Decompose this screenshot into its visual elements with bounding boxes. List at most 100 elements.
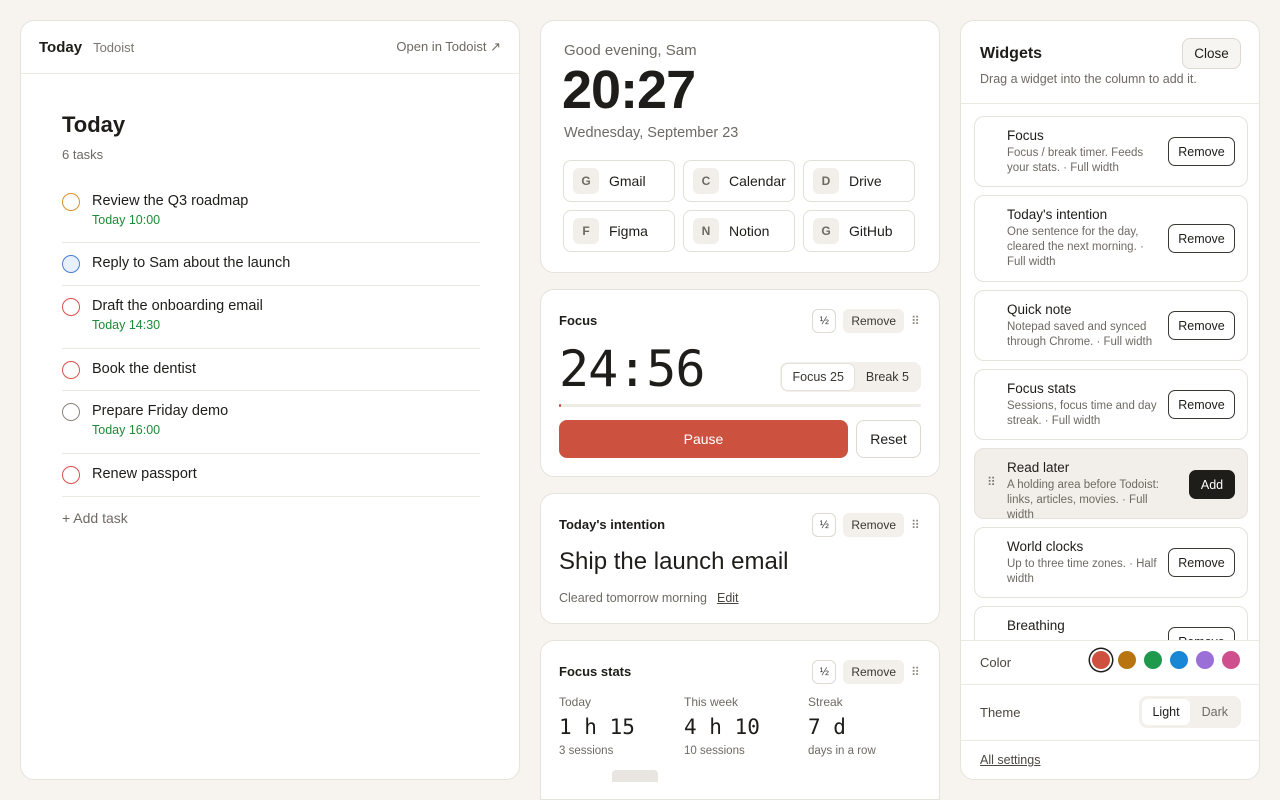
task-checkbox[interactable] — [62, 298, 80, 316]
shortcut-label: GitHub — [849, 223, 893, 239]
task-checkbox[interactable] — [62, 255, 80, 273]
color-swatch-blue[interactable] — [1170, 651, 1188, 669]
task-item[interactable]: Prepare Friday demo Today 16:00 — [62, 391, 480, 454]
widget-remove-button[interactable]: Remove — [1168, 311, 1235, 340]
widget-remove-button[interactable]: Remove — [1168, 224, 1235, 253]
intention-clear-note: Cleared tomorrow morning — [559, 591, 707, 605]
task-name: Book the dentist — [92, 361, 196, 377]
reset-button[interactable]: Reset — [856, 420, 921, 458]
color-swatch-amber[interactable] — [1118, 651, 1136, 669]
shortcut-github[interactable]: G GitHub — [803, 210, 915, 252]
widget-list[interactable]: Focus Focus / break timer. Feeds your st… — [961, 103, 1259, 640]
widget-item[interactable]: Breathing Remove — [974, 606, 1248, 640]
divider — [961, 684, 1259, 685]
color-swatch-pink[interactable] — [1222, 651, 1240, 669]
card-title: Focus stats — [559, 664, 632, 679]
task-name: Draft the onboarding email — [92, 298, 263, 314]
stat-value: 1 h 15 — [559, 715, 635, 739]
card-controls: ½ Remove ⠿ — [812, 513, 921, 537]
task-item[interactable]: Draft the onboarding email Today 14:30 — [62, 286, 480, 349]
widgets-subtitle: Drag a widget into the column to add it. — [980, 72, 1197, 86]
widget-item-available[interactable]: ⠿ Read later A holding area before Todoi… — [974, 448, 1248, 521]
calendar-icon: C — [693, 168, 719, 194]
widget-remove-button[interactable]: Remove — [1168, 627, 1235, 640]
mode-focus[interactable]: Focus 25 — [782, 364, 854, 390]
task-due: Today 14:30 — [92, 318, 161, 332]
greeting: Good evening, Sam — [564, 42, 697, 59]
pause-button[interactable]: Pause — [559, 420, 848, 458]
card-controls: ½ Remove ⠿ — [812, 309, 921, 333]
widget-remove-button[interactable]: Remove — [1168, 548, 1235, 577]
mode-break[interactable]: Break 5 — [856, 364, 919, 390]
shortcut-gmail[interactable]: G Gmail — [563, 160, 675, 202]
theme-light-option[interactable]: Light — [1142, 699, 1190, 725]
github-icon: G — [813, 218, 839, 244]
task-checkbox[interactable] — [62, 361, 80, 379]
task-item[interactable]: Review the Q3 roadmap Today 10:00 — [62, 181, 480, 243]
widget-add-button[interactable]: Add — [1189, 470, 1235, 499]
half-width-button[interactable]: ½ — [812, 309, 837, 333]
stat-value: 7 d — [808, 715, 846, 739]
task-due: Today 16:00 — [92, 423, 161, 437]
widget-item[interactable]: Today's intention One sentence for the d… — [974, 195, 1248, 282]
widget-desc: Focus / break timer. Feeds your stats. ·… — [1007, 147, 1144, 174]
add-task-button[interactable]: + Add task — [62, 510, 128, 526]
task-due: Today 10:00 — [92, 213, 161, 227]
remove-button[interactable]: Remove — [843, 309, 904, 333]
task-item[interactable]: Book the dentist — [62, 349, 480, 391]
stat-today: Today 1 h 15 3 sessions — [559, 695, 635, 757]
shortcut-figma[interactable]: F Figma — [563, 210, 675, 252]
theme-label: Theme — [980, 705, 1021, 720]
task-checkbox[interactable] — [62, 193, 80, 211]
color-swatch-purple[interactable] — [1196, 651, 1214, 669]
focus-timer: 24:56 — [559, 340, 706, 398]
drive-icon: D — [813, 168, 839, 194]
drag-handle-icon[interactable]: ⠿ — [911, 665, 921, 679]
task-checkbox[interactable] — [62, 403, 80, 421]
widget-remove-button[interactable]: Remove — [1168, 137, 1235, 166]
stat-sub: days in a row — [808, 745, 876, 757]
theme-dark-option[interactable]: Dark — [1192, 699, 1238, 725]
gmail-icon: G — [573, 168, 599, 194]
greeting-card: Good evening, Sam 20:27 Wednesday, Septe… — [540, 20, 940, 273]
stat-value: 4 h 10 — [684, 715, 760, 739]
color-swatch-red[interactable] — [1092, 651, 1110, 669]
widget-desc: One sentence for the day, cleared the ne… — [1007, 226, 1144, 268]
open-in-todoist-link[interactable]: Open in Todoist ↗ — [396, 39, 501, 55]
drag-handle-icon[interactable]: ⠿ — [987, 475, 996, 489]
widget-name: Focus — [1007, 128, 1044, 143]
today-panel-header: Today Todoist Open in Todoist ↗ — [21, 21, 519, 74]
panel-source: Todoist — [93, 39, 135, 55]
widget-item[interactable]: World clocks Up to three time zones. · H… — [974, 527, 1248, 598]
remove-button[interactable]: Remove — [843, 513, 904, 537]
intention-text: Ship the launch email — [559, 548, 789, 575]
widget-name: World clocks — [1007, 539, 1084, 554]
color-swatch-green[interactable] — [1144, 651, 1162, 669]
remove-button[interactable]: Remove — [843, 660, 904, 684]
widget-item[interactable]: Quick note Notepad saved and synced thro… — [974, 290, 1248, 361]
intention-note: Cleared tomorrow morning Edit — [559, 591, 739, 605]
widget-name: Today's intention — [1007, 207, 1108, 222]
half-width-button[interactable]: ½ — [812, 513, 837, 537]
stats-chart-bar — [612, 770, 658, 782]
drag-handle-icon[interactable]: ⠿ — [911, 314, 921, 328]
focus-mode-toggle: Focus 25 Break 5 — [780, 362, 921, 392]
widget-item[interactable]: Focus stats Sessions, focus time and day… — [974, 369, 1248, 440]
task-item[interactable]: Renew passport — [62, 454, 480, 497]
drag-handle-icon[interactable]: ⠿ — [911, 518, 921, 532]
focus-card: Focus ½ Remove ⠿ 24:56 Focus 25 Break 5 … — [540, 289, 940, 477]
widget-remove-button[interactable]: Remove — [1168, 390, 1235, 419]
task-checkbox[interactable] — [62, 466, 80, 484]
close-button[interactable]: Close — [1182, 38, 1241, 69]
edit-link[interactable]: Edit — [717, 591, 739, 605]
shortcut-notion[interactable]: N Notion — [683, 210, 795, 252]
divider — [961, 740, 1259, 741]
half-width-button[interactable]: ½ — [812, 660, 837, 684]
shortcut-calendar[interactable]: C Calendar — [683, 160, 795, 202]
widget-item[interactable]: Focus Focus / break timer. Feeds your st… — [974, 116, 1248, 187]
shortcut-drive[interactable]: D Drive — [803, 160, 915, 202]
shortcut-grid: G Gmail C Calendar D Drive F Figma N Not… — [563, 160, 918, 252]
widget-name: Focus stats — [1007, 381, 1077, 396]
all-settings-link[interactable]: All settings — [980, 753, 1040, 767]
task-item[interactable]: Reply to Sam about the launch — [62, 243, 480, 286]
